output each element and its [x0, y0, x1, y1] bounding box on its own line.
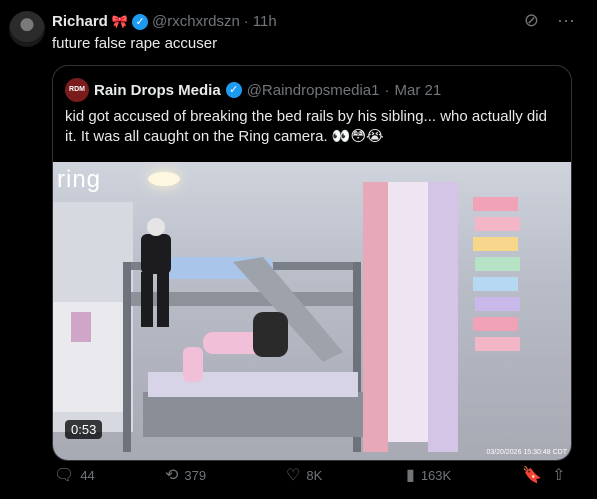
- quoted-date[interactable]: Mar 21: [394, 82, 441, 99]
- views-count: 163K: [420, 467, 452, 483]
- reply-count: 44: [80, 467, 95, 483]
- verified-badge-icon: ✓: [132, 13, 149, 30]
- like-count: 8K: [306, 467, 323, 483]
- quoted-tweet-text: kid got accused of breaking the bed rail…: [65, 108, 547, 145]
- tweet-time[interactable]: 11h: [253, 13, 277, 30]
- quoted-author-handle[interactable]: @Raindropsmedia1: [247, 82, 380, 99]
- tweet-top-actions: ⊘ ···: [524, 10, 575, 31]
- quoted-author-name[interactable]: Rain Drops Media: [94, 82, 221, 99]
- ring-logo: ring: [57, 166, 102, 193]
- share-button[interactable]: ⇧: [552, 465, 565, 485]
- repost-count: 379: [184, 467, 207, 483]
- views-icon: ▮: [406, 467, 415, 484]
- like-icon: ♡: [286, 467, 301, 484]
- video-duration: 0:53: [65, 420, 103, 439]
- author-name[interactable]: Richard: [52, 13, 108, 30]
- like-button[interactable]: ♡ 8K: [286, 465, 322, 485]
- separator-dot: ·: [243, 13, 249, 30]
- camera-timestamp: 03/20/2026 15:30:48 CDT: [486, 449, 567, 456]
- quoted-tweet-header: RDM Rain Drops Media ✓ @Raindropsmedia1 …: [65, 78, 441, 102]
- repost-icon: ⟲: [165, 467, 179, 484]
- tweet-text: future false rape accuser: [52, 35, 218, 52]
- ceiling-light: [148, 172, 180, 186]
- repost-button[interactable]: ⟲ 379: [165, 465, 206, 485]
- reply-icon: 🗨: [54, 467, 75, 484]
- grok-icon[interactable]: ⊘: [524, 10, 539, 31]
- bookmark-button[interactable]: 🔖: [522, 465, 542, 485]
- quoted-avatar[interactable]: RDM: [65, 78, 89, 102]
- views-button[interactable]: ▮ 163K: [406, 465, 451, 485]
- tweet-actions: 🗨 44 ⟲ 379 ♡ 8K ▮ 163K 🔖 ⇧: [52, 465, 572, 485]
- separator-dot: ·: [384, 81, 390, 99]
- verified-badge-icon: ✓: [225, 82, 242, 98]
- video-player[interactable]: ring 0:53 03/20/2026 15:30:48 CDT: [53, 162, 571, 460]
- ribbon-icon: 🎀: [111, 13, 129, 29]
- video-frame: [53, 182, 520, 452]
- share-icon: ⇧: [552, 467, 566, 484]
- bookmark-icon: 🔖: [522, 467, 542, 484]
- more-icon[interactable]: ···: [557, 10, 575, 31]
- author-handle[interactable]: @rxchxrdszn: [152, 13, 240, 30]
- quoted-tweet[interactable]: RDM Rain Drops Media ✓ @Raindropsmedia1 …: [52, 65, 572, 461]
- tweet-header: Richard 🎀 ✓ @rxchxrdszn · 11h: [52, 13, 277, 30]
- author-avatar[interactable]: [9, 11, 45, 47]
- reply-button[interactable]: 🗨 44: [54, 465, 95, 485]
